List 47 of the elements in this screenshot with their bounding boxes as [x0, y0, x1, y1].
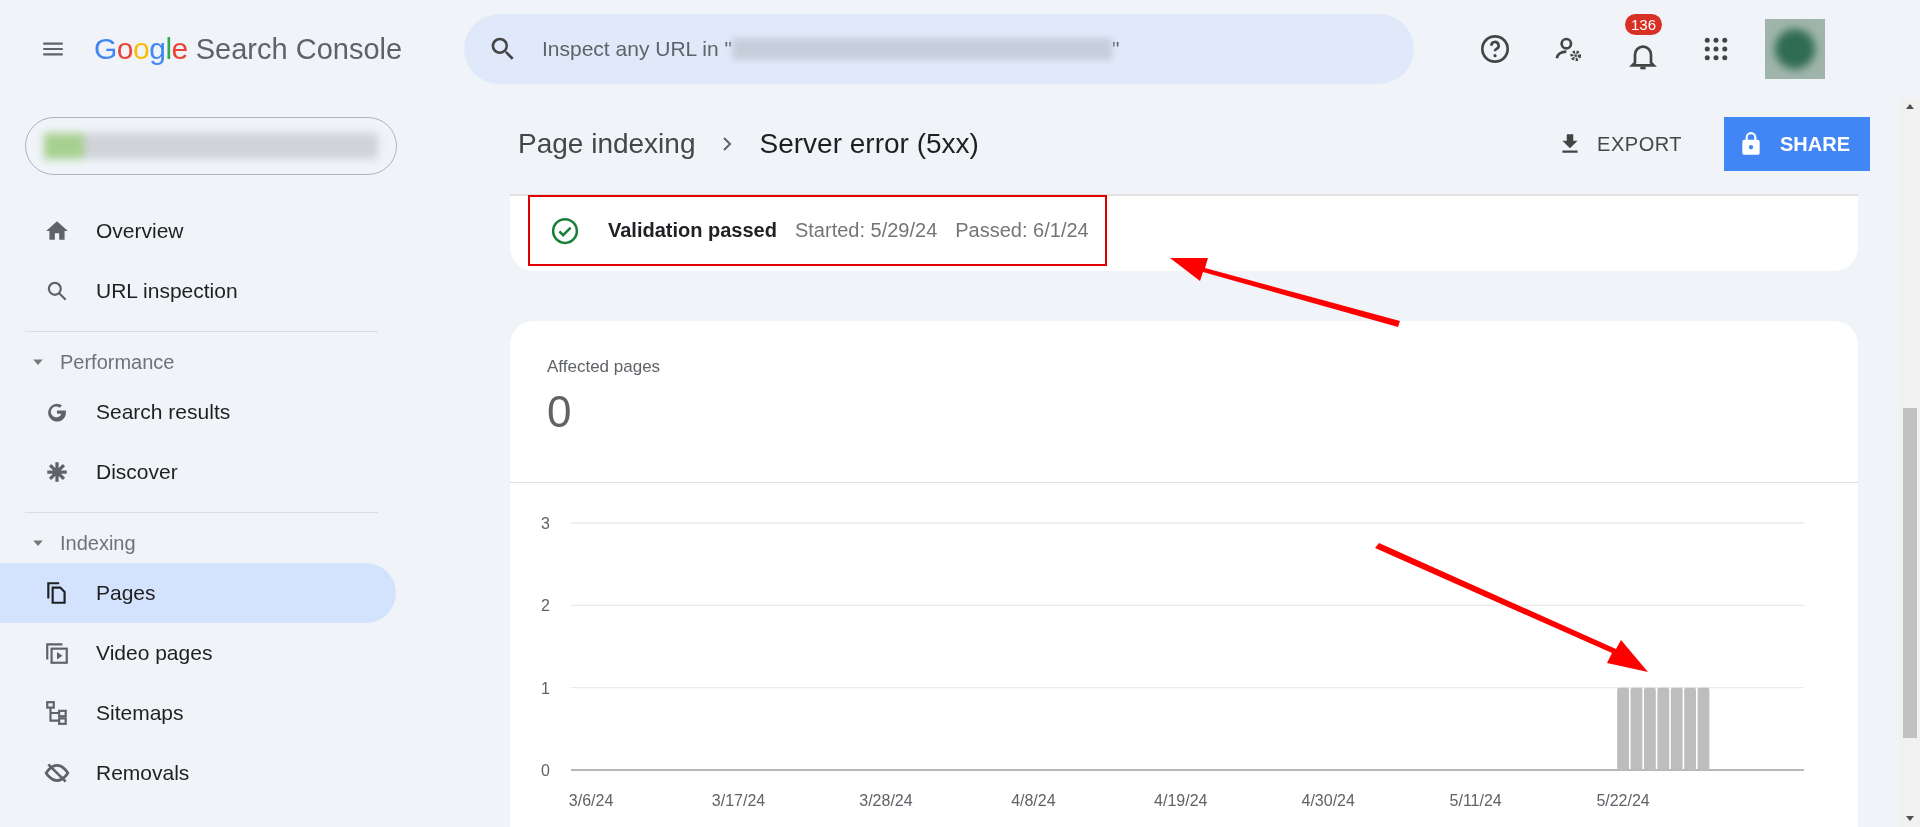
search-placeholder: Inspect any URL in " [542, 37, 732, 61]
scroll-down-icon[interactable] [1905, 813, 1915, 823]
x-axis-label: 5/11/24 [1449, 792, 1502, 809]
y-axis-label: 0 [541, 762, 550, 779]
page-title: Server error (5xx) [759, 128, 979, 160]
nav-item[interactable]: Removals [0, 743, 396, 803]
x-axis-label: 5/22/24 [1596, 792, 1650, 809]
affected-count: 0 [547, 387, 573, 437]
x-axis-label: 4/30/24 [1301, 792, 1355, 809]
check-circle-icon [550, 215, 580, 246]
search-field[interactable]: Inspect any URL in " " [464, 14, 1414, 84]
logo-product: Search Console [195, 33, 403, 66]
share-button[interactable]: SHARE [1724, 117, 1870, 171]
y-axis-label: 3 [541, 515, 550, 532]
scroll-up-icon[interactable] [1905, 102, 1915, 112]
y-axis-label: 1 [541, 679, 550, 697]
scrollbar[interactable] [1900, 98, 1920, 827]
y-axis-label: 2 [541, 597, 550, 615]
nav-item[interactable]: Overview [0, 201, 396, 261]
sitemap-icon [44, 700, 70, 726]
x-axis-label: 3/6/24 [568, 792, 614, 809]
section-header[interactable]: Indexing [0, 523, 400, 563]
asterisk-icon [44, 459, 70, 485]
scrollbar-thumb[interactable] [1903, 408, 1917, 738]
search-placeholder-end: " [1111, 37, 1120, 61]
breadcrumb-link[interactable]: Page indexing [518, 128, 696, 160]
validation-status: Validation passed [608, 219, 777, 242]
x-axis-label: 3/28/24 [859, 792, 913, 809]
nav-item[interactable]: Sitemaps [0, 683, 396, 743]
x-axis-label: 4/19/24 [1154, 792, 1208, 809]
section-header[interactable]: Performance [0, 342, 400, 382]
x-axis-label: 4/8/24 [1011, 792, 1056, 809]
nav-item[interactable]: Video pages [0, 623, 396, 683]
validation-passed-date: Passed: 6/1/24 [955, 219, 1089, 242]
nav-item[interactable]: URL inspection [0, 261, 396, 321]
help-icon[interactable] [1479, 33, 1511, 65]
nav-item[interactable]: Pages [0, 563, 396, 623]
nav-item[interactable]: Discover [0, 442, 396, 502]
validation-started: Started: 5/29/24 [794, 219, 938, 242]
export-button[interactable]: EXPORT [1557, 131, 1682, 157]
logo-brand: Google [94, 32, 188, 66]
video-icon [44, 640, 70, 666]
nav-item[interactable]: Search results [0, 382, 396, 442]
avatar-placeholder[interactable] [1765, 19, 1825, 79]
notification-badge: 136 [1625, 14, 1663, 35]
x-axis-label: 3/17/24 [711, 792, 766, 809]
affected-label: Affected pages [547, 357, 662, 377]
